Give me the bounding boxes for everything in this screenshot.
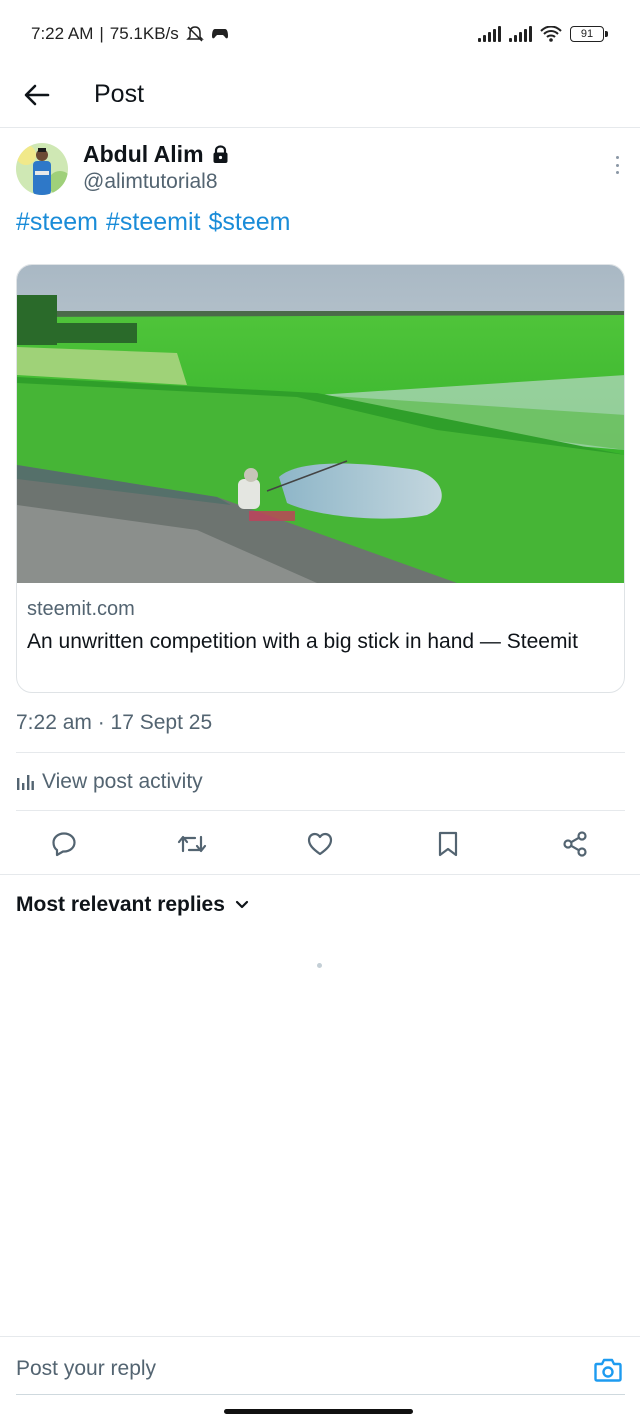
status-time: 7:22 AM — [31, 24, 94, 43]
network-speed: 75.1KB/s — [109, 24, 179, 43]
hashtag-link[interactable]: #steem — [16, 208, 98, 236]
hashtag-link[interactable]: #steemit — [106, 208, 200, 236]
like-button[interactable] — [304, 828, 336, 860]
top-app-bar: Post — [0, 72, 640, 128]
signal-1-icon — [478, 26, 501, 42]
link-domain: steemit.com — [27, 598, 135, 620]
link-preview-card[interactable]: steemit.com An unwritten competition wit… — [16, 264, 625, 693]
wifi-icon — [540, 26, 562, 42]
author-handle[interactable]: @alimtutorial8 — [83, 170, 218, 194]
link-preview-image — [17, 265, 624, 583]
link-title: An unwritten competition with a big stic… — [27, 630, 578, 653]
status-bar: 7:22 AM | 75.1KB/s 91 — [0, 0, 640, 72]
heart-icon — [307, 832, 333, 856]
chevron-down-icon — [235, 900, 249, 909]
muted-bell-icon — [185, 26, 204, 42]
divider — [16, 752, 625, 753]
camera-icon — [594, 1358, 622, 1382]
bar-chart-icon — [17, 775, 34, 790]
status-separator: | — [99, 24, 104, 43]
activity-label: View post activity — [42, 770, 203, 793]
view-post-activity-link[interactable]: View post activity — [16, 770, 203, 794]
author-name[interactable]: Abdul Alim — [83, 141, 229, 168]
repost-icon — [177, 835, 207, 853]
avatar-image — [16, 143, 68, 195]
status-right: 91 — [478, 26, 608, 42]
reply-button[interactable] — [48, 828, 80, 860]
home-indicator[interactable] — [224, 1409, 413, 1414]
game-controller-icon — [211, 29, 228, 39]
bookmark-button[interactable] — [432, 828, 464, 860]
post-timestamp: 7:22 am · 17 Sept 25 — [16, 711, 213, 734]
post-text: #steem #steemit $steem — [16, 208, 298, 237]
lock-icon — [213, 145, 228, 163]
camera-button[interactable] — [594, 1357, 622, 1383]
share-icon — [563, 831, 587, 857]
divider — [16, 810, 625, 811]
share-button[interactable] — [559, 828, 591, 860]
status-left: 7:22 AM | 75.1KB/s — [31, 24, 229, 44]
avatar[interactable] — [16, 143, 68, 195]
comment-icon — [52, 832, 76, 857]
repost-button[interactable] — [176, 828, 208, 860]
bookmark-icon — [438, 831, 458, 857]
reply-composer — [0, 1336, 640, 1396]
author-name-text: Abdul Alim — [83, 141, 204, 167]
reply-input[interactable] — [16, 1357, 516, 1381]
arrow-left-icon — [24, 84, 50, 106]
replies-sort-label: Most relevant replies — [16, 893, 225, 916]
divider — [0, 874, 640, 875]
more-options-button[interactable] — [612, 152, 622, 178]
post-actions — [0, 818, 640, 874]
battery-icon: 91 — [570, 26, 608, 42]
replies-sort-dropdown[interactable]: Most relevant replies — [16, 893, 249, 917]
page-title: Post — [94, 80, 145, 108]
loading-indicator — [317, 963, 322, 968]
cashtag-link[interactable]: $steem — [208, 208, 290, 236]
back-button[interactable] — [20, 78, 54, 112]
more-vertical-icon — [615, 156, 619, 159]
reply-input-underline — [16, 1394, 625, 1395]
signal-2-icon — [509, 26, 532, 42]
